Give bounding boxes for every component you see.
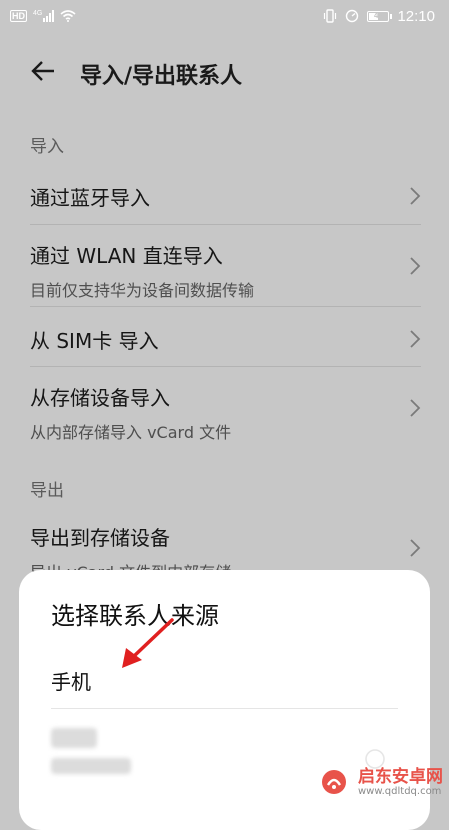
hd-badge: HD bbox=[10, 10, 27, 22]
battery-level-text: 49 bbox=[374, 10, 383, 20]
item-title: 从 SIM卡 导入 bbox=[30, 329, 159, 353]
list-item-import-wlan[interactable]: 通过 WLAN 直连导入 目前仅支持华为设备间数据传输 bbox=[0, 226, 449, 306]
chevron-right-icon bbox=[410, 257, 421, 275]
item-subtitle: 目前仅支持华为设备间数据传输 bbox=[30, 281, 255, 300]
status-bar: HD 4G 49 12:10 bbox=[0, 0, 449, 32]
divider bbox=[30, 306, 421, 307]
item-title: 通过蓝牙导入 bbox=[30, 186, 150, 210]
annotation-arrow-icon bbox=[122, 618, 174, 668]
watermark: 启东安卓网 www.qdltdq.com bbox=[316, 764, 443, 800]
watermark-url: www.qdltdq.com bbox=[358, 785, 442, 797]
item-title: 通过 WLAN 直连导入 bbox=[30, 244, 223, 268]
sheet-divider bbox=[51, 708, 398, 709]
status-right: 49 12:10 bbox=[323, 8, 435, 25]
chevron-right-icon bbox=[410, 187, 421, 205]
vibrate-icon bbox=[324, 9, 337, 23]
app-bar: 导入/导出联系人 bbox=[0, 40, 449, 102]
divider bbox=[30, 224, 421, 225]
source-option-phone[interactable]: 手机 bbox=[51, 666, 91, 695]
blurred-option-subtitle bbox=[51, 758, 131, 774]
item-title: 从存储设备导入 bbox=[30, 386, 170, 410]
watermark-text: 启东安卓网 www.qdltdq.com bbox=[358, 768, 443, 797]
divider bbox=[30, 366, 421, 367]
clock: 12:10 bbox=[397, 7, 435, 25]
chevron-right-icon bbox=[410, 539, 421, 557]
list-item-import-bluetooth[interactable]: 通过蓝牙导入 bbox=[0, 172, 449, 224]
status-left: HD 4G bbox=[10, 10, 76, 22]
arrow-left-icon bbox=[31, 61, 54, 81]
section-label-export: 导出 bbox=[30, 481, 64, 501]
chevron-right-icon bbox=[410, 330, 421, 348]
back-button[interactable] bbox=[28, 56, 58, 86]
item-subtitle: 从内部存储导入 vCard 文件 bbox=[30, 423, 232, 442]
watermark-name: 启东安卓网 bbox=[358, 766, 443, 787]
section-label-import: 导入 bbox=[30, 137, 64, 157]
list-item-import-storage[interactable]: 从存储设备导入 从内部存储导入 vCard 文件 bbox=[0, 368, 449, 448]
chevron-right-icon bbox=[410, 399, 421, 417]
watermark-logo-icon bbox=[316, 764, 352, 800]
signal-icon: 4G bbox=[33, 10, 55, 22]
list-item-import-sim[interactable]: 从 SIM卡 导入 bbox=[0, 308, 449, 366]
wifi-icon bbox=[60, 10, 76, 22]
speedometer-icon bbox=[346, 9, 359, 23]
item-title: 导出到存储设备 bbox=[30, 526, 170, 550]
battery-icon: 49 bbox=[367, 10, 393, 22]
page-title: 导入/导出联系人 bbox=[80, 64, 243, 89]
network-type: 4G bbox=[33, 10, 43, 17]
blurred-option-title[interactable] bbox=[51, 728, 97, 748]
